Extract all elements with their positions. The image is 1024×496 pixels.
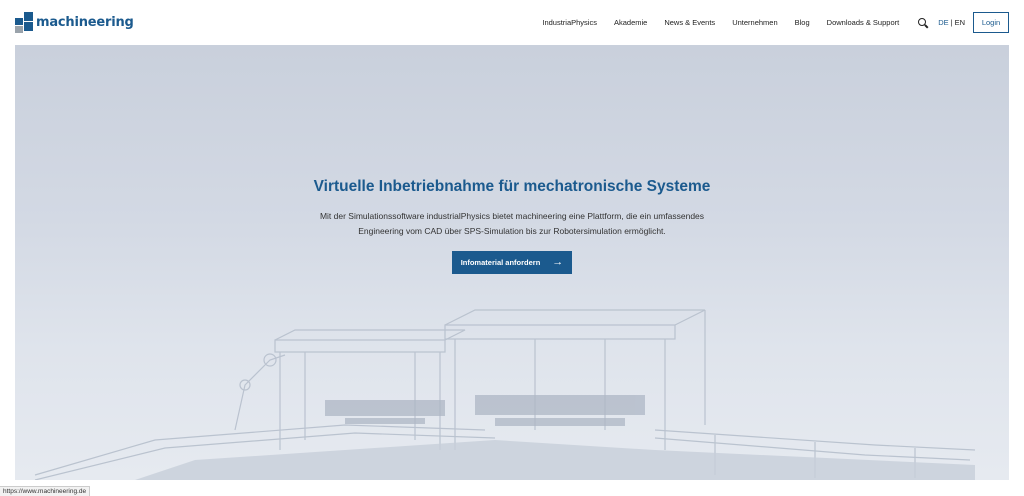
hero-title: Virtuelle Inbetriebnahme für mechatronis… [313, 178, 711, 195]
lang-de-link[interactable]: DE [938, 18, 948, 27]
login-button[interactable]: Login [973, 12, 1009, 33]
logo-mark-icon [15, 11, 33, 33]
lang-separator: | [950, 18, 953, 27]
lang-en-link[interactable]: EN [955, 18, 965, 27]
logo[interactable]: machineering [15, 11, 134, 33]
browser-status-bar: https://www.machineering.de [0, 486, 91, 496]
request-info-button[interactable]: Infomaterial anfordern → [452, 251, 572, 274]
hero-banner: Virtuelle Inbetriebnahme für mechatronis… [15, 45, 1009, 480]
logo-text: machineering [36, 14, 134, 30]
machine-illustration [34, 309, 976, 480]
search-icon[interactable] [918, 17, 928, 28]
nav-item-downloads-support[interactable]: Downloads & Support [827, 18, 900, 27]
arrow-right-icon: → [552, 256, 564, 268]
site-header: machineering IndustriaPhysics Akademie N… [0, 0, 1024, 45]
main-nav: IndustriaPhysics Akademie News & Events … [542, 0, 1024, 45]
hero-description: Mit der Simulationssoftware industrialPh… [262, 209, 762, 239]
nav-item-unternehmen[interactable]: Unternehmen [732, 18, 777, 27]
nav-item-news-events[interactable]: News & Events [664, 18, 715, 27]
nav-item-blog[interactable]: Blog [795, 18, 810, 27]
nav-item-industriaphysics[interactable]: IndustriaPhysics [542, 18, 597, 27]
language-switcher: DE | EN [938, 18, 965, 27]
hero-description-line-1: Mit der Simulationssoftware industrialPh… [319, 211, 705, 221]
request-info-label: Infomaterial anfordern [460, 258, 541, 267]
hero-description-line-2: Engineering vom CAD über SPS-Simulation … [358, 226, 666, 236]
nav-item-akademie[interactable]: Akademie [614, 18, 647, 27]
